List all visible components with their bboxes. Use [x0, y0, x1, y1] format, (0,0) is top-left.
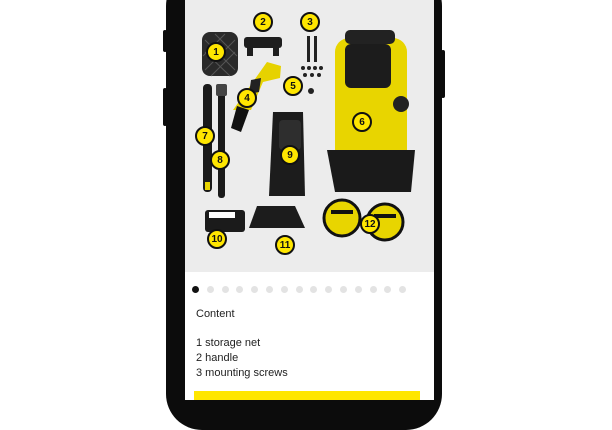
cta-button[interactable]	[194, 391, 420, 400]
carousel-dot[interactable]	[310, 286, 318, 293]
callout-badge: 8	[210, 150, 230, 170]
carousel-pagination	[185, 284, 434, 296]
carousel-dot[interactable]	[399, 286, 407, 293]
list-item: 1 storage net	[196, 337, 261, 349]
handle-shape	[244, 37, 282, 48]
mounting-screws-shape	[301, 36, 323, 94]
list-item: 2 handle	[196, 352, 239, 364]
product-image[interactable]: 1 2 3 4 5 6 7 8 9 10 11 12	[185, 0, 434, 272]
base-shape	[249, 206, 305, 228]
callout-badge: 11	[275, 235, 295, 255]
carousel-dot[interactable]	[266, 286, 273, 293]
carousel-dot-active[interactable]	[192, 286, 199, 293]
list-item: 3 mounting screws	[196, 367, 288, 379]
content-heading: Content	[196, 308, 235, 320]
callout-badge: 10	[207, 229, 227, 249]
carousel-dot[interactable]	[280, 286, 288, 293]
phone-side-button	[163, 88, 167, 126]
carousel-dot[interactable]	[384, 286, 392, 293]
callout-badge: 1	[206, 42, 226, 62]
carousel-dot[interactable]	[221, 286, 229, 293]
callout-badge: 3	[300, 12, 320, 32]
callout-badge: 7	[195, 126, 215, 146]
carousel-dot[interactable]	[251, 286, 259, 293]
wheel-shape	[322, 198, 362, 238]
content-list: 1 storage net 2 handle 3 mounting screws	[196, 336, 288, 381]
carousel-dot[interactable]	[325, 286, 333, 293]
carousel-dot[interactable]	[340, 286, 347, 293]
callout-badge: 4	[237, 88, 257, 108]
carousel-dot[interactable]	[206, 286, 214, 293]
callout-badge: 2	[253, 12, 273, 32]
callout-badge: 5	[283, 76, 303, 96]
phone-side-button	[441, 50, 445, 98]
callout-badge: 9	[280, 145, 300, 165]
phone-side-button	[163, 30, 167, 52]
carousel-dot[interactable]	[295, 286, 303, 293]
carousel-dot[interactable]	[354, 286, 362, 293]
carousel-dot[interactable]	[369, 286, 377, 293]
callout-badge: 6	[352, 112, 372, 132]
lance-shape	[218, 88, 225, 198]
phone-screen: 1 2 3 4 5 6 7 8 9 10 11 12 Content 1 sto…	[185, 0, 434, 400]
callout-badge: 12	[360, 214, 380, 234]
carousel-dot[interactable]	[236, 286, 244, 293]
